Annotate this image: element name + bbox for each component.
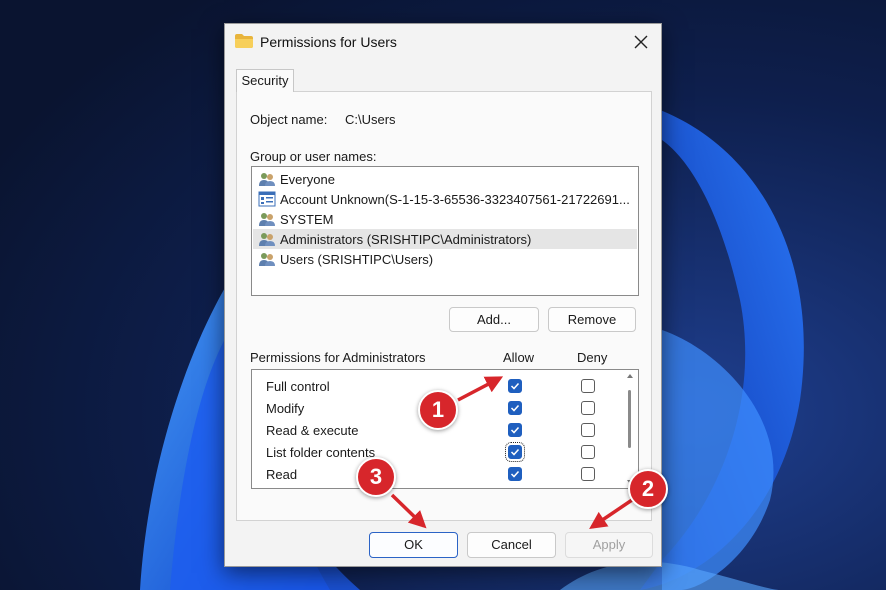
users-icon	[259, 213, 275, 226]
close-button[interactable]	[621, 24, 661, 60]
security-panel: Object name: C:\Users Group or user name…	[236, 91, 652, 521]
list-item-system[interactable]: SYSTEM	[253, 209, 637, 229]
list-item-account-unknown[interactable]: Account Unknown(S-1-15-3-65536-332340756…	[253, 189, 637, 209]
group-names-label: Group or user names:	[250, 149, 377, 164]
ok-button[interactable]: OK	[369, 532, 458, 558]
scroll-up-arrow[interactable]	[627, 374, 633, 378]
annotation-badge-2: 2	[628, 469, 668, 509]
folder-icon	[235, 34, 253, 48]
user-list[interactable]: Everyone Account Unknown(S-1-15-3-65536-…	[251, 166, 639, 296]
permission-row-list-folder: List folder contents	[252, 442, 638, 464]
permissions-list: Full control Modify Read & execute List …	[251, 369, 639, 489]
permission-row-partial	[252, 486, 638, 488]
list-item-everyone[interactable]: Everyone	[253, 169, 637, 189]
deny-full-control-checkbox[interactable]	[581, 379, 595, 393]
permission-row-read: Read	[252, 464, 638, 486]
list-item-users[interactable]: Users (SRISHTIPC\Users)	[253, 249, 637, 269]
permissions-label: Permissions for Administrators	[250, 350, 426, 365]
dialog-title: Permissions for Users	[260, 34, 397, 50]
add-button[interactable]: Add...	[449, 307, 539, 332]
annotation-badge-3: 3	[356, 457, 396, 497]
remove-button[interactable]: Remove	[548, 307, 636, 332]
annotation-badge-1: 1	[418, 390, 458, 430]
deny-list-folder-checkbox[interactable]	[581, 445, 595, 459]
allow-full-control-checkbox[interactable]	[508, 379, 522, 393]
users-icon	[259, 233, 275, 246]
title-bar: Permissions for Users	[225, 24, 661, 62]
object-name-value: C:\Users	[345, 112, 396, 127]
users-icon	[259, 173, 275, 186]
deny-read-execute-checkbox[interactable]	[581, 423, 595, 437]
allow-list-folder-checkbox[interactable]	[505, 442, 525, 462]
list-item-administrators[interactable]: Administrators (SRISHTIPC\Administrators…	[253, 229, 637, 249]
unknown-account-icon	[258, 191, 276, 207]
deny-read-checkbox[interactable]	[581, 467, 595, 481]
users-icon	[259, 253, 275, 266]
apply-button[interactable]: Apply	[565, 532, 653, 558]
object-name-label: Object name:	[250, 112, 328, 127]
allow-modify-checkbox[interactable]	[508, 401, 522, 415]
deny-header: Deny	[577, 350, 608, 365]
close-icon	[634, 35, 648, 49]
allow-header: Allow	[503, 350, 535, 365]
cancel-button[interactable]: Cancel	[467, 532, 556, 558]
permissions-dialog: Permissions for Users Security Object na…	[224, 23, 662, 567]
scrollbar-thumb[interactable]	[628, 390, 631, 448]
tab-security[interactable]: Security	[236, 69, 294, 92]
allow-read-checkbox[interactable]	[508, 467, 522, 481]
deny-modify-checkbox[interactable]	[581, 401, 595, 415]
allow-read-execute-checkbox[interactable]	[508, 423, 522, 437]
